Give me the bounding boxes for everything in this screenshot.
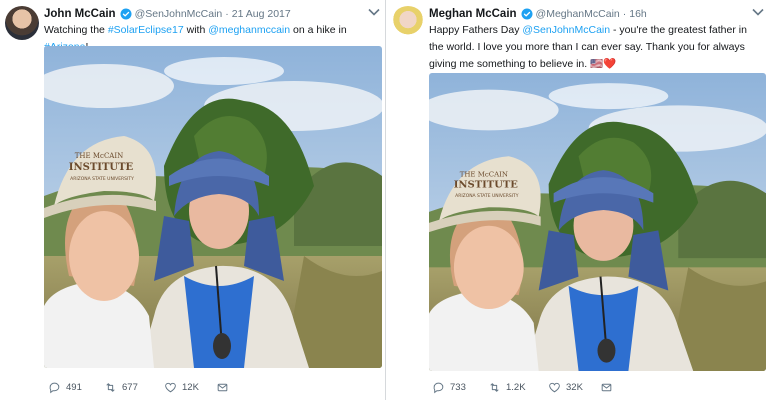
hat-text: ARIZONA STATE UNIVERSITY: [455, 193, 519, 199]
message-icon: [217, 383, 228, 391]
author-name[interactable]: Meghan McCain: [429, 8, 517, 20]
separator: ·: [225, 8, 229, 20]
tweet-text-segment: Watching the: [44, 24, 108, 36]
reply-icon: [49, 382, 60, 393]
tweet-meghan-mccain[interactable]: Meghan McCain @MeghanMcCain · 16h Happy …: [386, 0, 770, 400]
tweet-text-segment: Happy Fathers Day: [429, 24, 523, 36]
reply-button[interactable]: 733: [432, 380, 488, 394]
retweet-count: 1.2K: [506, 381, 526, 393]
tweet-header: Meghan McCain @MeghanMcCain · 16h: [429, 6, 647, 22]
verified-icon: [521, 8, 533, 20]
retweet-count: 677: [122, 381, 138, 393]
hat-text: INSTITUTE: [69, 162, 134, 173]
mention-link[interactable]: @SenJohnMcCain: [522, 24, 610, 36]
chevron-down-icon[interactable]: [752, 7, 764, 17]
tweet-header: John McCain @SenJohnMcCain · 21 Aug 2017: [44, 6, 291, 22]
like-count: 12K: [182, 381, 199, 393]
separator: ·: [622, 8, 627, 20]
direct-message-button[interactable]: [216, 380, 234, 394]
retweet-icon: [106, 382, 115, 392]
like-icon: [549, 382, 560, 392]
reply-count: 491: [66, 381, 82, 393]
like-count: 32K: [566, 381, 583, 393]
reply-count: 733: [450, 381, 466, 393]
photo-illustration: THE McCAIN INSTITUTE ARIZONA STATE UNIVE…: [429, 73, 766, 371]
like-button[interactable]: 12K: [164, 380, 216, 394]
tweet-actions: 491 677 12K: [48, 380, 234, 394]
author-name[interactable]: John McCain: [44, 8, 116, 20]
tweet-actions: 733 1.2K 32K: [432, 380, 618, 394]
photo-illustration: THE McCAIN INSTITUTE ARIZONA STATE UNIVE…: [44, 46, 382, 368]
author-handle[interactable]: @SenJohnMcCain: [135, 8, 223, 20]
tweet-text-segment: on a hike in: [290, 24, 347, 36]
tweet-photo[interactable]: THE McCAIN INSTITUTE ARIZONA STATE UNIVE…: [429, 73, 766, 371]
retweet-button[interactable]: 677: [104, 380, 164, 394]
tweet-date[interactable]: 16h: [629, 8, 647, 20]
avatar[interactable]: [391, 6, 425, 40]
author-handle[interactable]: @MeghanMcCain: [536, 8, 620, 20]
retweet-button[interactable]: 1.2K: [488, 380, 548, 394]
retweet-icon: [490, 382, 499, 392]
tweet-text-segment: with: [183, 24, 209, 36]
hat-text: ARIZONA STATE UNIVERSITY: [70, 176, 134, 182]
like-button[interactable]: 32K: [548, 380, 600, 394]
mention-link[interactable]: @meghanmccain: [208, 24, 290, 36]
hat-text: THE McCAIN: [460, 171, 508, 179]
tweet-photo[interactable]: THE McCAIN INSTITUTE ARIZONA STATE UNIVE…: [44, 46, 382, 368]
reply-icon: [433, 382, 444, 393]
tweet-text: Happy Fathers Day @SenJohnMcCain - you'r…: [429, 22, 759, 73]
hashtag-link[interactable]: #SolarEclipse17: [108, 24, 184, 36]
avatar[interactable]: [5, 6, 39, 40]
verified-icon: [120, 8, 132, 20]
reply-button[interactable]: 491: [48, 380, 104, 394]
chevron-down-icon[interactable]: [368, 7, 380, 17]
direct-message-button[interactable]: [600, 380, 618, 394]
tweet-date[interactable]: 21 Aug 2017: [232, 8, 291, 20]
hat-text: INSTITUTE: [454, 180, 518, 191]
hat-text: THE McCAIN: [75, 152, 124, 160]
tweet-john-mccain[interactable]: John McCain @SenJohnMcCain · 21 Aug 2017…: [0, 0, 385, 400]
message-icon: [601, 383, 612, 391]
like-icon: [165, 382, 176, 392]
